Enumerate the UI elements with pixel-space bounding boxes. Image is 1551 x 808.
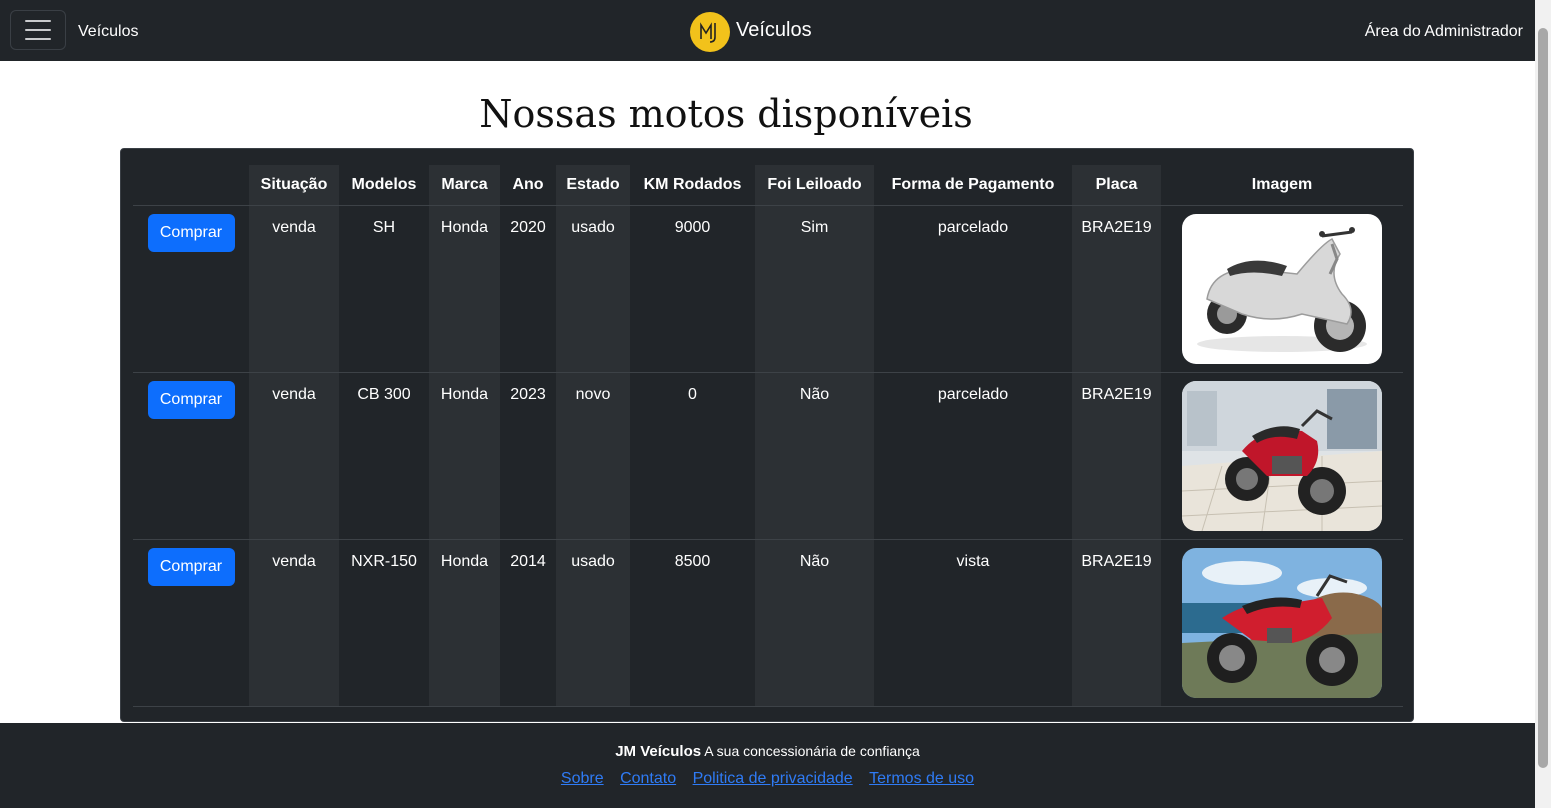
header-imagem: Imagem — [1161, 165, 1403, 206]
cell-ano: 2020 — [500, 205, 556, 373]
jm-logo-icon — [690, 12, 730, 52]
cell-placa: BRA2E19 — [1072, 539, 1161, 707]
cell-leiloado: Sim — [755, 205, 874, 373]
menu-toggle-button[interactable] — [10, 10, 66, 50]
scrollbar-thumb[interactable] — [1538, 28, 1548, 768]
cell-km: 0 — [630, 372, 755, 540]
header-marca: Marca — [429, 165, 500, 206]
footer-link-sobre[interactable]: Sobre — [561, 770, 604, 787]
top-navbar: Veículos Veículos Área do Administrador — [0, 0, 1535, 61]
table-row: Comprar venda SH Honda 2020 usado 9000 S… — [133, 205, 1403, 373]
cell-imagem — [1161, 372, 1403, 540]
cell-marca: Honda — [429, 205, 500, 373]
footer-link-contato[interactable]: Contato — [620, 770, 676, 787]
cell-marca: Honda — [429, 372, 500, 540]
header-leiloado: Foi Leiloado — [755, 165, 874, 206]
cell-modelo: NXR-150 — [339, 539, 429, 707]
cell-ano: 2014 — [500, 539, 556, 707]
page-scrollbar[interactable] — [1535, 0, 1551, 808]
header-pagamento: Forma de Pagamento — [874, 165, 1072, 206]
cell-situacao: venda — [249, 205, 339, 373]
cell-situacao: venda — [249, 372, 339, 540]
page-title: Nossas motos disponíveis — [479, 92, 973, 136]
footer-link-termos[interactable]: Termos de uso — [869, 770, 974, 787]
footer-links: Sobre Contato Politica de privacidade Te… — [0, 770, 1535, 788]
header-placa: Placa — [1072, 165, 1161, 206]
motorcycles-table-card: Situação Modelos Marca Ano Estado KM Rod… — [120, 148, 1414, 722]
cell-imagem — [1161, 205, 1403, 373]
cell-ano: 2023 — [500, 372, 556, 540]
cell-estado: usado — [556, 539, 630, 707]
footer-tagline-line: JM Veículos A sua concessionária de conf… — [0, 743, 1535, 760]
cell-pagamento: parcelado — [874, 372, 1072, 540]
red-trail-motorcycle-photo — [1182, 547, 1382, 698]
cell-marca: Honda — [429, 539, 500, 707]
cell-leiloado: Não — [755, 372, 874, 540]
header-ano: Ano — [500, 165, 556, 206]
admin-area-link[interactable]: Área do Administrador — [1365, 23, 1523, 41]
footer-link-privacidade[interactable]: Politica de privacidade — [693, 770, 853, 787]
header-situacao: Situação — [249, 165, 339, 206]
brand-title: Veículos — [736, 18, 812, 41]
hamburger-icon-line — [25, 38, 51, 40]
white-scooter-photo — [1182, 213, 1382, 364]
table-row: Comprar venda NXR-150 Honda 2014 usado 8… — [133, 539, 1403, 707]
header-km: KM Rodados — [630, 165, 755, 206]
header-action — [133, 165, 249, 206]
brand[interactable]: Veículos — [690, 12, 812, 52]
cell-km: 8500 — [630, 539, 755, 707]
cell-modelo: SH — [339, 205, 429, 373]
hamburger-icon-line — [25, 29, 51, 31]
cell-pagamento: parcelado — [874, 205, 1072, 373]
header-estado: Estado — [556, 165, 630, 206]
table-header-row: Situação Modelos Marca Ano Estado KM Rod… — [133, 165, 1403, 206]
table-row: Comprar venda CB 300 Honda 2023 novo 0 N… — [133, 372, 1403, 540]
cell-modelo: CB 300 — [339, 372, 429, 540]
red-street-motorcycle-photo — [1182, 380, 1382, 531]
cell-placa: BRA2E19 — [1072, 205, 1161, 373]
buy-button[interactable]: Comprar — [147, 380, 235, 419]
hamburger-icon-line — [25, 20, 51, 22]
page-footer: JM Veículos A sua concessionária de conf… — [0, 723, 1535, 808]
cell-placa: BRA2E19 — [1072, 372, 1161, 540]
header-modelos: Modelos — [339, 165, 429, 206]
cell-km: 9000 — [630, 205, 755, 373]
nav-link-veiculos[interactable]: Veículos — [78, 23, 138, 41]
cell-estado: novo — [556, 372, 630, 540]
cell-estado: usado — [556, 205, 630, 373]
cell-pagamento: vista — [874, 539, 1072, 707]
cell-situacao: venda — [249, 539, 339, 707]
footer-tagline: A sua concessionária de confiança — [704, 743, 920, 759]
cell-imagem — [1161, 539, 1403, 707]
buy-button[interactable]: Comprar — [147, 547, 235, 586]
buy-button[interactable]: Comprar — [147, 213, 235, 252]
motorcycles-table: Situação Modelos Marca Ano Estado KM Rod… — [133, 165, 1403, 707]
cell-leiloado: Não — [755, 539, 874, 707]
footer-brand: JM Veículos — [615, 743, 702, 760]
